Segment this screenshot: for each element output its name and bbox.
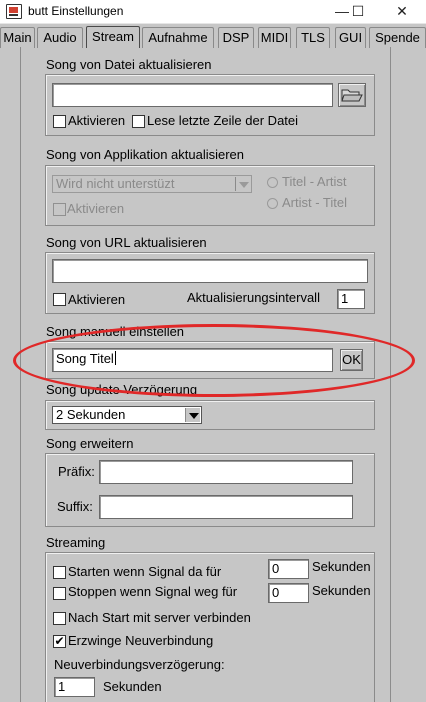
- chevron-down-icon: [235, 177, 250, 191]
- window-title: butt Einstellungen: [28, 4, 124, 18]
- app-activate-checkbox: [53, 203, 66, 216]
- stop-signal-checkbox[interactable]: [53, 587, 66, 600]
- tab-tls[interactable]: TLS: [296, 27, 330, 48]
- app-select-dropdown: Wird nicht unterstüzt: [52, 175, 252, 193]
- folder-icon: [341, 89, 363, 102]
- maximize-icon[interactable]: ☐: [336, 0, 380, 24]
- last-line-label: Lese letzte Zeile der Datei: [147, 113, 299, 128]
- browse-button[interactable]: [338, 83, 366, 107]
- app-activate-label: Aktivieren: [67, 201, 125, 216]
- chevron-down-icon: [185, 408, 200, 422]
- url-activate-checkbox[interactable]: [53, 293, 66, 306]
- song-extend-title: Song erweitern: [46, 436, 134, 451]
- reconnect-delay-unit: Sekunden: [103, 679, 162, 694]
- url-activate-label: Aktivieren: [68, 292, 126, 307]
- stop-signal-unit: Sekunden: [312, 583, 371, 598]
- file-activate-checkbox[interactable]: [53, 115, 66, 128]
- last-line-checkbox[interactable]: [132, 115, 145, 128]
- app-icon: [6, 4, 22, 19]
- tab-spende[interactable]: Spende: [369, 27, 426, 48]
- interval-input[interactable]: 1: [337, 289, 365, 309]
- tab-stream[interactable]: Stream: [86, 26, 140, 48]
- file-activate-label: Aktivieren: [68, 113, 126, 128]
- app-select-value: Wird nicht unterstüzt: [56, 176, 175, 191]
- streaming-title: Streaming: [46, 535, 106, 550]
- manual-song-input[interactable]: Song Titel: [52, 348, 333, 372]
- tab-midi[interactable]: MIDI: [258, 27, 291, 48]
- file-song-title: Song von Datei aktualisieren: [46, 57, 212, 72]
- close-icon[interactable]: ✕: [380, 0, 424, 24]
- radio-artist-title-label: Artist - Titel: [282, 195, 348, 210]
- suffix-input[interactable]: [99, 495, 353, 519]
- prefix-label: Präfix:: [58, 464, 95, 479]
- tab-audio[interactable]: Audio: [37, 27, 83, 48]
- prefix-input[interactable]: [99, 460, 353, 484]
- file-path-input[interactable]: [52, 83, 333, 107]
- url-input[interactable]: [52, 259, 368, 283]
- tab-gui[interactable]: GUI: [335, 27, 366, 48]
- force-reconnect-label: Erzwinge Neuverbindung: [68, 633, 214, 648]
- radio-artist-title: [267, 198, 278, 209]
- tab-main[interactable]: Main: [0, 27, 35, 48]
- suffix-label: Suffix:: [57, 499, 93, 514]
- song-delay-dropdown[interactable]: 2 Sekunden: [52, 406, 202, 424]
- app-song-title: Song von Applikation aktualisieren: [46, 147, 245, 162]
- manual-song-title: Song manuell einstellen: [46, 324, 185, 339]
- text-cursor: [114, 351, 116, 365]
- reconnect-delay-input[interactable]: 1: [54, 677, 95, 697]
- song-delay-title: Song update Verzögerung: [46, 382, 198, 397]
- song-delay-value: 2 Sekunden: [56, 407, 126, 422]
- stop-signal-label: Stoppen wenn Signal weg für: [68, 584, 238, 599]
- tab-dsp[interactable]: DSP: [218, 27, 254, 48]
- start-signal-input[interactable]: 0: [268, 559, 309, 579]
- interval-label: Aktualisierungsintervall: [187, 290, 320, 305]
- radio-title-artist: [267, 177, 278, 188]
- ok-button[interactable]: OK: [340, 349, 363, 371]
- connect-after-start-checkbox[interactable]: [53, 612, 66, 625]
- start-signal-checkbox[interactable]: [53, 566, 66, 579]
- reconnect-delay-label: Neuverbindungsverzögerung:: [54, 657, 225, 672]
- connect-after-start-label: Nach Start mit server verbinden: [68, 610, 251, 625]
- tab-strip: Main Audio Stream Aufnahme DSP MIDI TLS …: [0, 26, 426, 48]
- url-song-title: Song von URL aktualisieren: [46, 235, 207, 250]
- start-signal-label: Starten wenn Signal da für: [68, 564, 222, 579]
- tab-aufnahme[interactable]: Aufnahme: [142, 27, 214, 48]
- checkmark-icon: ✔: [54, 634, 65, 648]
- stop-signal-input[interactable]: 0: [268, 583, 309, 603]
- start-signal-unit: Sekunden: [312, 559, 371, 574]
- manual-song-value: Song Titel: [56, 351, 114, 366]
- force-reconnect-checkbox[interactable]: ✔: [53, 635, 66, 648]
- radio-title-artist-label: Titel - Artist: [282, 174, 347, 189]
- title-bar: butt Einstellungen — ☐ ✕: [0, 0, 426, 24]
